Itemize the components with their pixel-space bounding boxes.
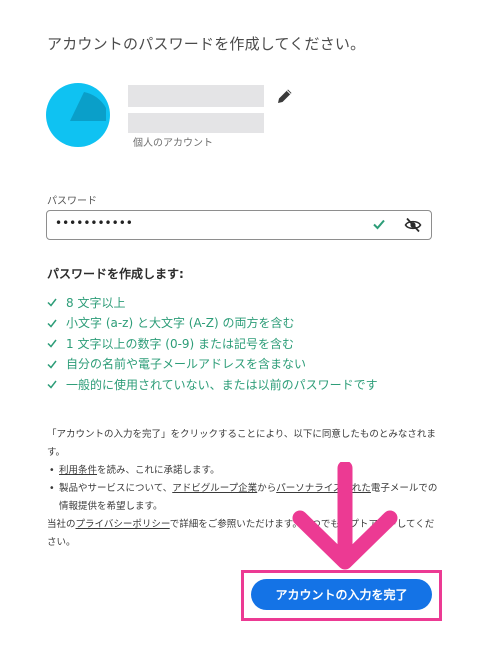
account-type-label: 個人のアカウント xyxy=(133,138,213,149)
account-name xyxy=(128,85,264,107)
legal-notice: 「アカウントの入力を完了」をクリックすることにより、以下に同意したものとみなされ… xyxy=(47,426,442,552)
legal-bullet-terms: 利用条件を読み、これに承諾します。 xyxy=(49,462,442,480)
complete-account-button[interactable]: アカウントの入力を完了 xyxy=(251,579,432,610)
requirement-text: 小文字 (a-z) と大文字 (A-Z) の両方を含む xyxy=(66,316,295,331)
requirement-item: 小文字 (a-z) と大文字 (A-Z) の両方を含む xyxy=(47,313,378,334)
checkmark-icon xyxy=(47,319,57,328)
legal-text: を読み、これに承諾します。 xyxy=(97,465,220,476)
legal-text: から xyxy=(257,483,277,494)
legal-bullet-marketing: 製品やサービスについて、アドビグループ企業からパーソナライズされた電子メールでの… xyxy=(49,480,442,516)
requirement-item: 1 文字以上の数字 (0-9) または記号を含む xyxy=(47,333,378,354)
checkmark-icon xyxy=(47,298,57,307)
requirements-list: 8 文字以上 小文字 (a-z) と大文字 (A-Z) の両方を含む 1 文字以… xyxy=(47,292,378,395)
privacy-policy-link[interactable]: プライバシーポリシー xyxy=(76,519,170,530)
adobe-group-link[interactable]: アドビグループ企業 xyxy=(172,483,257,494)
legal-text: 製品やサービスについて、 xyxy=(59,483,173,494)
account-email xyxy=(128,113,264,133)
pencil-icon[interactable] xyxy=(276,87,294,105)
legal-text: 当社の xyxy=(47,519,76,530)
requirements-heading: パスワードを作成します: xyxy=(47,267,184,281)
checkmark-icon xyxy=(47,339,57,348)
requirement-item: 8 文字以上 xyxy=(47,292,378,313)
checkmark-icon xyxy=(47,360,57,369)
terms-link[interactable]: 利用条件 xyxy=(59,465,97,476)
checkmark-icon xyxy=(373,219,385,230)
legal-privacy: 当社のプライバシーポリシーで詳細をご参照いただけます。いつでもオプトアウトしてく… xyxy=(47,516,442,552)
checkmark-icon xyxy=(47,380,57,389)
requirement-text: 8 文字以上 xyxy=(66,295,126,310)
password-value: ••••••••••• xyxy=(55,216,133,230)
eye-slash-icon[interactable] xyxy=(404,216,422,234)
requirement-text: 1 文字以上の数字 (0-9) または記号を含む xyxy=(66,336,295,351)
avatar xyxy=(46,83,110,147)
legal-intro: 「アカウントの入力を完了」をクリックすることにより、以下に同意したものとみなされ… xyxy=(47,429,436,458)
password-label: パスワード xyxy=(47,196,97,207)
requirement-item: 一般的に使用されていない、または以前のパスワードです xyxy=(47,374,378,395)
legal-bullets: 利用条件を読み、これに承諾します。 製品やサービスについて、アドビグループ企業か… xyxy=(47,462,442,516)
requirement-text: 自分の名前や電子メールアドレスを含まない xyxy=(66,357,307,372)
requirement-text: 一般的に使用されていない、または以前のパスワードです xyxy=(66,377,378,392)
requirement-item: 自分の名前や電子メールアドレスを含まない xyxy=(47,354,378,375)
personalized-link[interactable]: パーソナライズされた xyxy=(276,483,371,494)
page-title: アカウントのパスワードを作成してください。 xyxy=(47,35,366,53)
